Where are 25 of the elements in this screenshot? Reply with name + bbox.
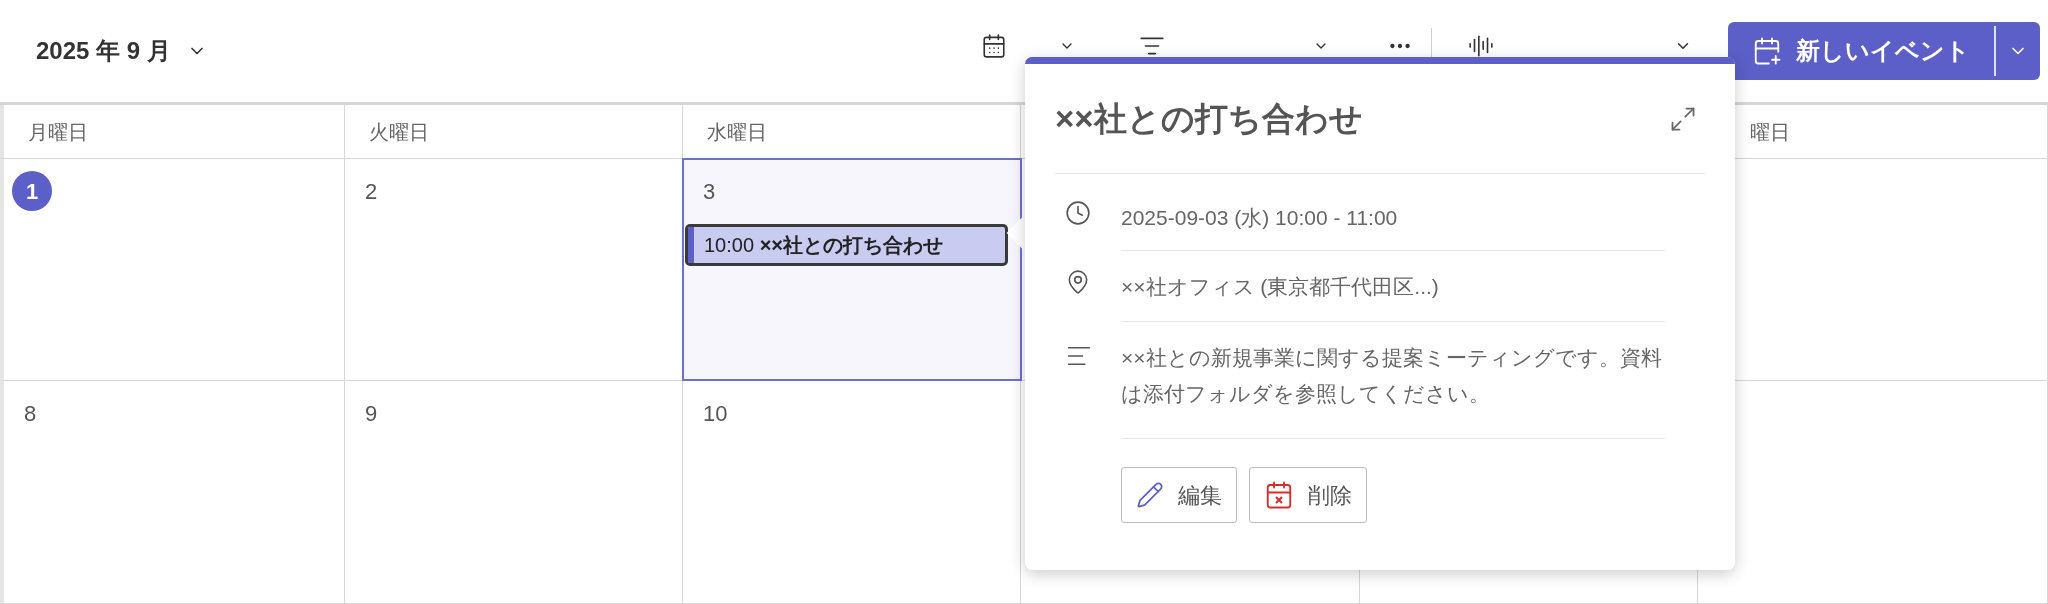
event-chip[interactable]: 10:00 ××社との打ち合わせ (685, 224, 1008, 266)
date-number[interactable]: 9 (365, 397, 682, 430)
event-location: ××社オフィス (東京都千代田区...) (1121, 274, 1440, 300)
weekday-header: 水曜日 (707, 119, 767, 145)
calendar-delete-icon (1264, 480, 1294, 510)
weekday-header: 月曜日 (28, 119, 88, 145)
month-selector[interactable]: 2025 年 9 月 (36, 33, 207, 69)
pencil-icon (1136, 481, 1164, 509)
audio-lines-icon[interactable] (1468, 33, 1494, 59)
popup-title: ××社との打ち合わせ (1055, 98, 1363, 139)
event-time: 2025-09-03 (水) 10:00 - 11:00 (1121, 205, 1399, 231)
today-date-badge[interactable]: 1 (12, 171, 52, 211)
date-number[interactable]: 8 (24, 397, 344, 430)
date-number[interactable]: 2 (365, 175, 682, 208)
edit-button[interactable]: 編集 (1121, 467, 1237, 523)
event-description: ××社との新規事業に関する提案ミーティングです。資料は添付フォルダを参照してください。 (1121, 345, 1663, 407)
calendar-icon[interactable] (981, 33, 1007, 59)
date-number[interactable]: 10 (703, 397, 1020, 430)
selected-day-cell[interactable]: 3 10:00 ××社との打ち合わせ (683, 159, 1021, 380)
calendar-plus-icon (1752, 36, 1782, 66)
weekday-header: 曜日 (1750, 119, 1790, 145)
clock-icon (1065, 200, 1091, 226)
date-number[interactable]: 3 (703, 175, 1020, 208)
delete-button[interactable]: 削除 (1249, 467, 1367, 523)
weekday-header: 火曜日 (369, 119, 429, 145)
